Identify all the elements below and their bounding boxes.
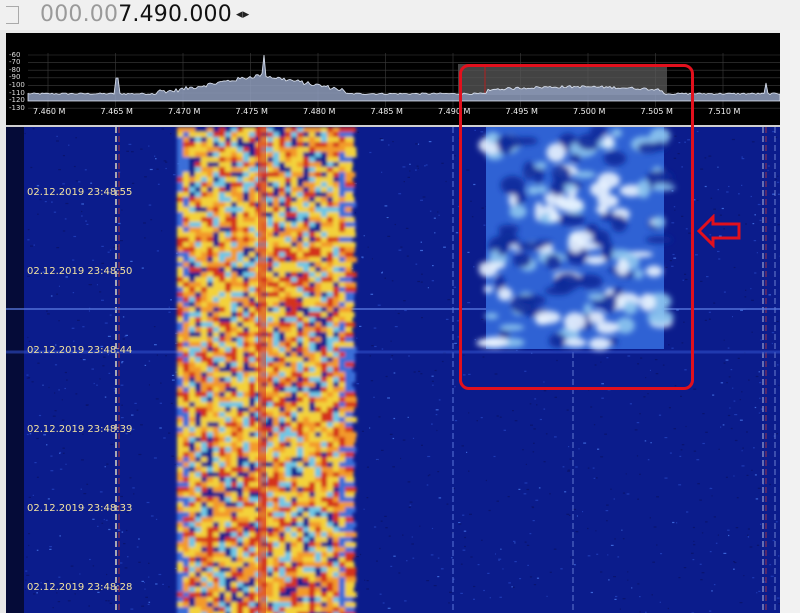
panel-edge-icon — [6, 6, 19, 24]
waterfall-timestamp: 02.12.2019 23:48:55 — [27, 187, 133, 198]
frequency-step-arrows-icon[interactable]: ◂▸ — [236, 7, 249, 22]
frequency-leading-digits[interactable]: 000.00 — [40, 2, 118, 27]
frequency-tick-label: 7.510 M — [708, 107, 741, 116]
db-label: -100 — [9, 80, 25, 89]
left-arrow-icon — [697, 214, 741, 248]
frequency-tick-label: 7.480 M — [303, 107, 336, 116]
frequency-tick-label: 7.485 M — [370, 107, 403, 116]
frequency-toolbar: 000.007.490.000 ◂▸ — [0, 0, 800, 30]
waterfall-timestamp: 02.12.2019 23:48:33 — [27, 503, 133, 514]
frequency-tick-label: 7.470 M — [168, 107, 201, 116]
waterfall-timestamp: 02.12.2019 23:48:50 — [27, 266, 133, 277]
waterfall-timestamp: 02.12.2019 23:48:44 — [27, 345, 133, 356]
db-label: -130 — [9, 103, 25, 112]
frequency-tick-label: 7.465 M — [100, 107, 133, 116]
right-side-panel — [780, 30, 800, 613]
frequency-tick-label: 7.460 M — [33, 107, 66, 116]
signal-highlight-box — [459, 64, 694, 390]
frequency-tick-label: 7.475 M — [235, 107, 268, 116]
frequency-display[interactable]: 000.007.490.000 ◂▸ — [40, 2, 249, 27]
waterfall-timestamp: 02.12.2019 23:48:28 — [27, 582, 133, 593]
waterfall-timestamp: 02.12.2019 23:48:39 — [27, 424, 133, 435]
frequency-value[interactable]: 7.490.000 — [118, 2, 232, 27]
signal-band — [177, 127, 357, 613]
